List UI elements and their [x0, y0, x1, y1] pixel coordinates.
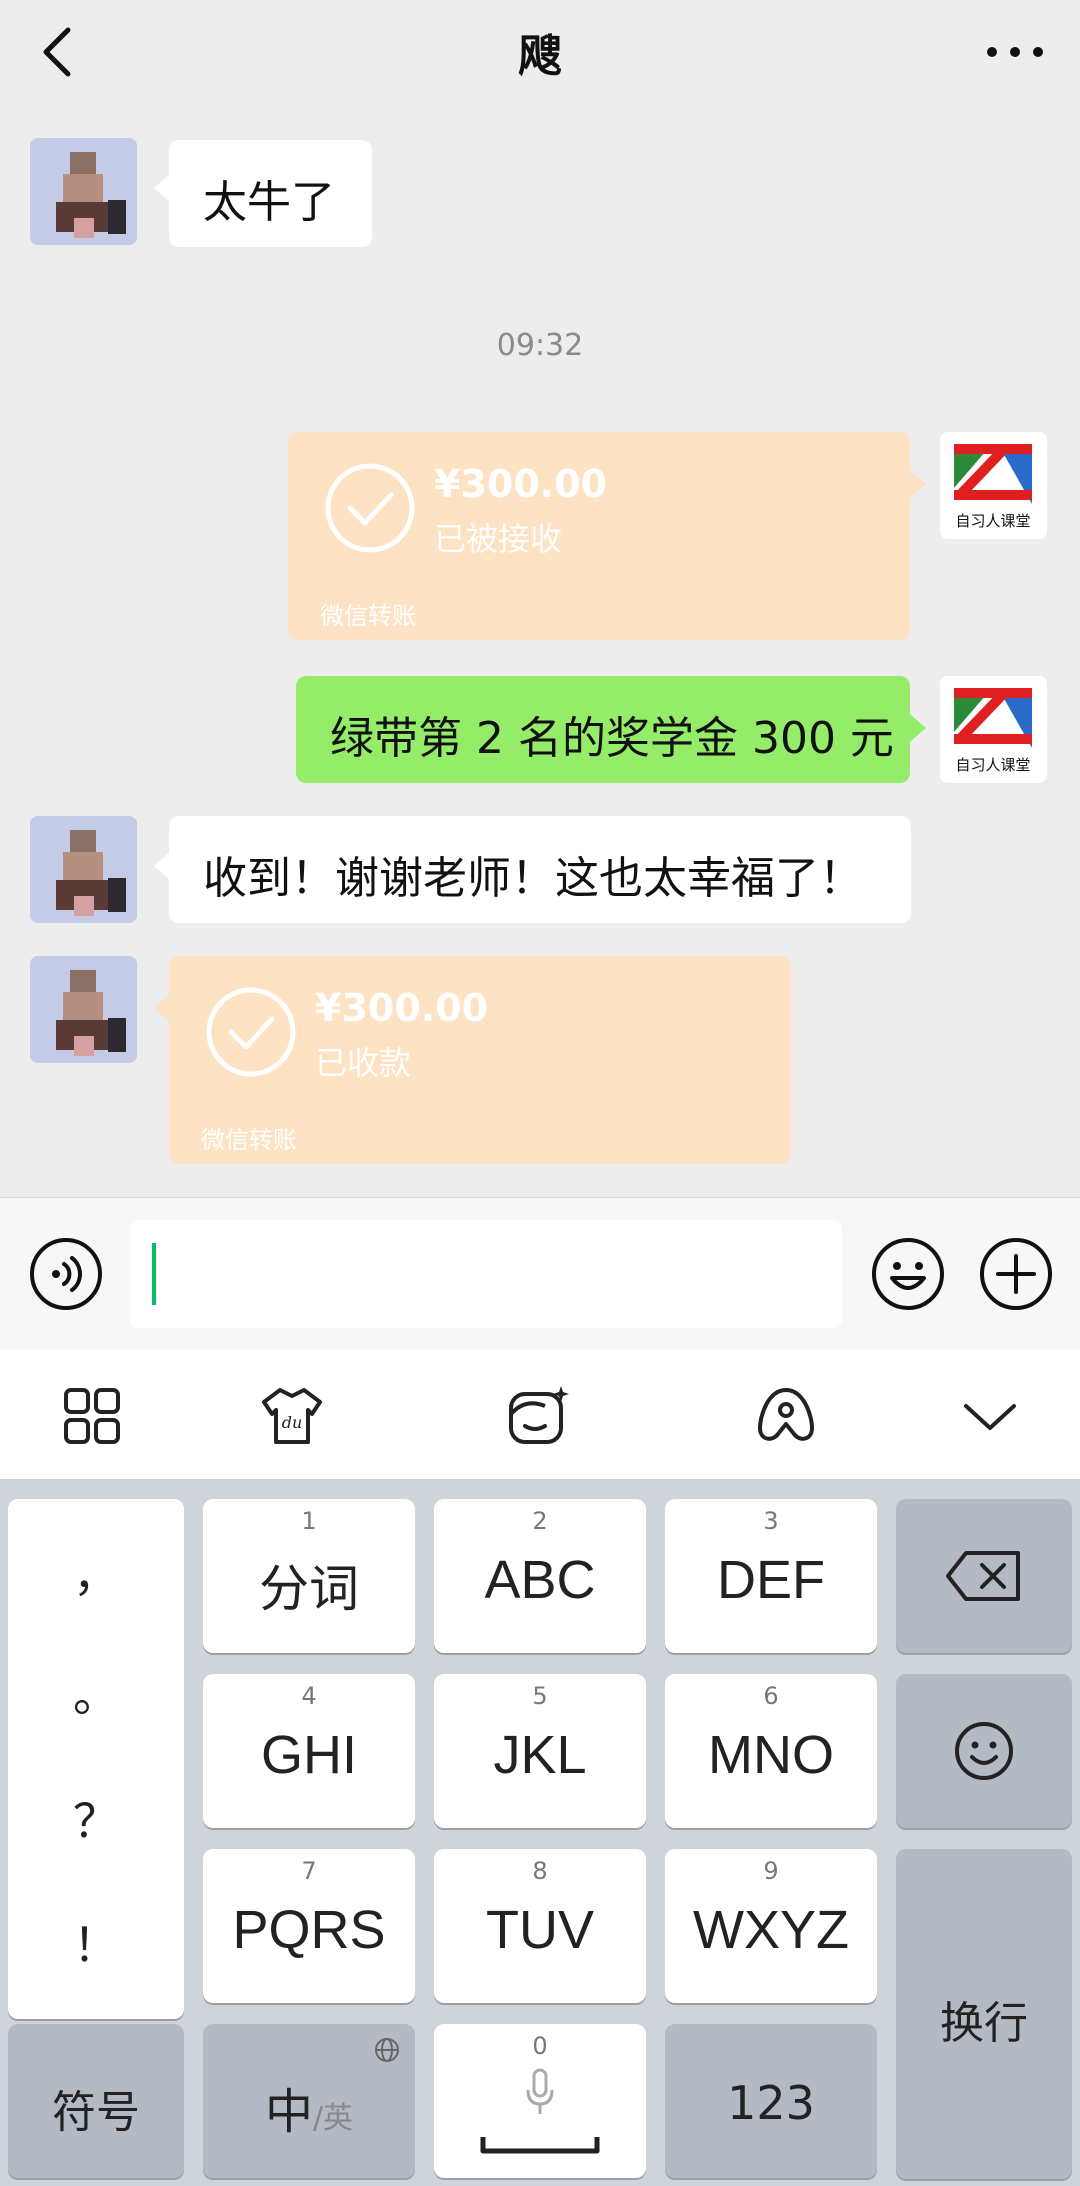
contact-avatar[interactable] [30, 956, 137, 1063]
key-6[interactable]: 6 MNO [665, 1674, 877, 1828]
message-bubble[interactable]: 收到！谢谢老师！这也太幸福了！ [169, 816, 911, 923]
bubble-tail [154, 994, 170, 1022]
symbols-label: 符号 [52, 2087, 140, 2138]
bubble-tail [910, 470, 926, 498]
bubble-tail [154, 852, 170, 880]
message-input[interactable] [130, 1220, 842, 1328]
key-number: 9 [763, 1857, 779, 1885]
key-7[interactable]: 7 PQRS [203, 1849, 415, 2003]
transfer-amount: ¥300.00 [315, 986, 489, 1030]
key-9[interactable]: 9 WXYZ [665, 1849, 877, 2003]
transfer-card[interactable]: ¥300.00 已收款 微信转账 [169, 956, 791, 1164]
microphone-icon [526, 2068, 554, 2114]
transfer-card[interactable]: ¥300.00 已被接收 微信转账 [288, 432, 910, 640]
key-label: GHI [260, 1725, 357, 1785]
language-label: 中/英 [203, 2072, 415, 2142]
space-bar-icon [480, 2137, 600, 2154]
key-label: 分词 [259, 1561, 359, 1617]
keyboard: ， 。 ？ ！ 1 分词 2 ABC 3 DEF 4 GHI 5 JKL 6 M… [0, 1479, 1080, 2186]
punctuation-key[interactable]: ， [8, 1539, 184, 1605]
keyboard-toolbar: du [0, 1349, 1080, 1479]
chat-header: 飕 [0, 0, 1080, 110]
symbols-key[interactable]: 符号 [8, 2024, 184, 2178]
key-number: 7 [301, 1857, 317, 1885]
key-8[interactable]: 8 TUV [434, 1849, 646, 2003]
transfer-footer: 微信转账 [320, 602, 416, 630]
apps-grid-icon[interactable] [60, 1384, 124, 1448]
collapse-keyboard-icon[interactable] [958, 1384, 1022, 1448]
svg-text:du: du [282, 1413, 303, 1432]
message-list[interactable]: 太牛了 09:32 ¥300.00 已被接收 微信转账 自习人课堂 绿带第 2 … [0, 110, 1080, 1197]
key-1[interactable]: 1 分词 [203, 1499, 415, 1653]
transfer-footer: 微信转账 [201, 1126, 297, 1154]
svg-text:自习人课堂: 自习人课堂 [955, 512, 1030, 530]
key-label: JKL [493, 1725, 587, 1785]
language-sub: /英 [312, 2101, 354, 2136]
contact-avatar[interactable] [30, 138, 137, 245]
emoji-icon[interactable] [870, 1236, 946, 1312]
key-label: TUV [486, 1900, 594, 1960]
numbers-key[interactable]: 123 [665, 2024, 877, 2178]
skin-shirt-icon[interactable]: du [260, 1384, 324, 1448]
message-text: 太牛了 [203, 177, 335, 228]
key-number: 0 [532, 2032, 548, 2060]
contact-avatar[interactable] [30, 816, 137, 923]
voice-icon[interactable] [28, 1236, 104, 1312]
key-number: 1 [301, 1507, 317, 1535]
space-key[interactable]: 0 [434, 2024, 646, 2178]
key-number: 3 [763, 1507, 779, 1535]
key-5[interactable]: 5 JKL [434, 1674, 646, 1828]
language-switch-key[interactable]: 中/英 [203, 2024, 415, 2178]
globe-icon [375, 2038, 399, 2062]
key-label: WXYZ [693, 1900, 849, 1960]
key-number: 6 [763, 1682, 779, 1710]
transfer-amount: ¥300.00 [434, 462, 608, 506]
enter-key[interactable]: 换行 [896, 1849, 1072, 2179]
enter-label: 换行 [940, 1998, 1028, 2049]
key-number: 4 [301, 1682, 317, 1710]
key-4[interactable]: 4 GHI [203, 1674, 415, 1828]
message-bubble[interactable]: 太牛了 [169, 140, 372, 247]
input-bar [0, 1197, 1080, 1349]
my-avatar[interactable]: 自习人课堂 [940, 676, 1047, 783]
sticker-face-icon[interactable] [505, 1384, 569, 1448]
numbers-label: 123 [727, 2076, 815, 2130]
punctuation-key[interactable]: 。 [8, 1659, 184, 1725]
transfer-status: 已收款 [315, 1044, 412, 1082]
punctuation-key[interactable]: ？ [8, 1785, 184, 1851]
transfer-status: 已被接收 [434, 520, 563, 558]
punctuation-column[interactable]: ， 。 ？ ！ [8, 1499, 184, 2019]
timestamp: 09:32 [496, 328, 584, 363]
language-main: 中 [264, 2084, 313, 2140]
more-options-icon[interactable] [980, 22, 1050, 82]
key-2[interactable]: 2 ABC [434, 1499, 646, 1653]
bubble-tail [154, 174, 170, 202]
svg-text:自习人课堂: 自习人课堂 [955, 756, 1030, 774]
bubble-tail [910, 714, 926, 742]
chat-title: 飕 [518, 31, 562, 82]
message-text: 收到！谢谢老师！这也太幸福了！ [203, 853, 863, 904]
backspace-icon [946, 1551, 1020, 1601]
key-3[interactable]: 3 DEF [665, 1499, 877, 1653]
key-label: DEF [717, 1550, 825, 1610]
message-text: 绿带第 2 名的奖学金 300 元 [330, 713, 894, 764]
check-circle-icon [206, 987, 296, 1077]
text-cursor [152, 1243, 156, 1305]
ai-assistant-icon[interactable] [754, 1384, 818, 1448]
key-number: 8 [532, 1857, 548, 1885]
key-label: ABC [484, 1550, 596, 1610]
my-avatar[interactable]: 自习人课堂 [940, 432, 1047, 539]
punctuation-key[interactable]: ！ [8, 1909, 184, 1975]
key-label: MNO [708, 1725, 834, 1785]
key-number: 2 [532, 1507, 548, 1535]
backspace-key[interactable] [896, 1499, 1072, 1653]
key-number: 5 [532, 1682, 548, 1710]
key-label: PQRS [232, 1900, 386, 1960]
emoji-key[interactable] [896, 1674, 1072, 1828]
check-circle-icon [325, 463, 415, 553]
message-bubble[interactable]: 绿带第 2 名的奖学金 300 元 [296, 676, 910, 783]
smiley-icon [955, 1722, 1013, 1780]
plus-icon[interactable] [978, 1236, 1054, 1312]
